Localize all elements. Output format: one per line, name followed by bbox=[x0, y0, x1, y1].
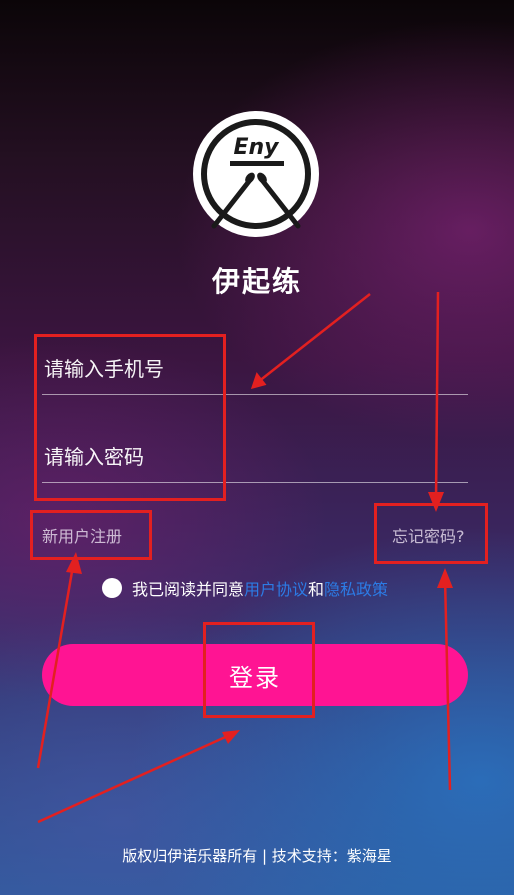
annotation-box-inputs bbox=[34, 334, 226, 501]
agreement-prefix: 我已阅读并同意 bbox=[132, 580, 245, 599]
app-title: 伊起练 bbox=[211, 265, 302, 298]
drum-logo-icon: Eny bbox=[193, 111, 319, 237]
footer-copyright: 版权归伊诺乐器所有 | 技术支持：紫海星 bbox=[122, 847, 392, 865]
arrowhead-login bbox=[222, 730, 240, 744]
privacy-policy-link[interactable]: 隐私政策 bbox=[324, 576, 388, 600]
annotation-box-login bbox=[203, 622, 315, 718]
user-agreement-link[interactable]: 用户协议 bbox=[244, 576, 308, 600]
agreement-radio[interactable] bbox=[102, 578, 122, 598]
annotation-box-register bbox=[30, 510, 152, 560]
agreement-and: 和 bbox=[308, 580, 325, 599]
arrowhead-forgot-lower bbox=[437, 568, 453, 588]
annotation-box-forgot bbox=[374, 503, 488, 564]
logo-text: Eny bbox=[233, 135, 280, 160]
arrow-to-login bbox=[37, 732, 233, 824]
agreement-row: 我已阅读并同意 用户协议 和 隐私政策 bbox=[102, 575, 388, 601]
